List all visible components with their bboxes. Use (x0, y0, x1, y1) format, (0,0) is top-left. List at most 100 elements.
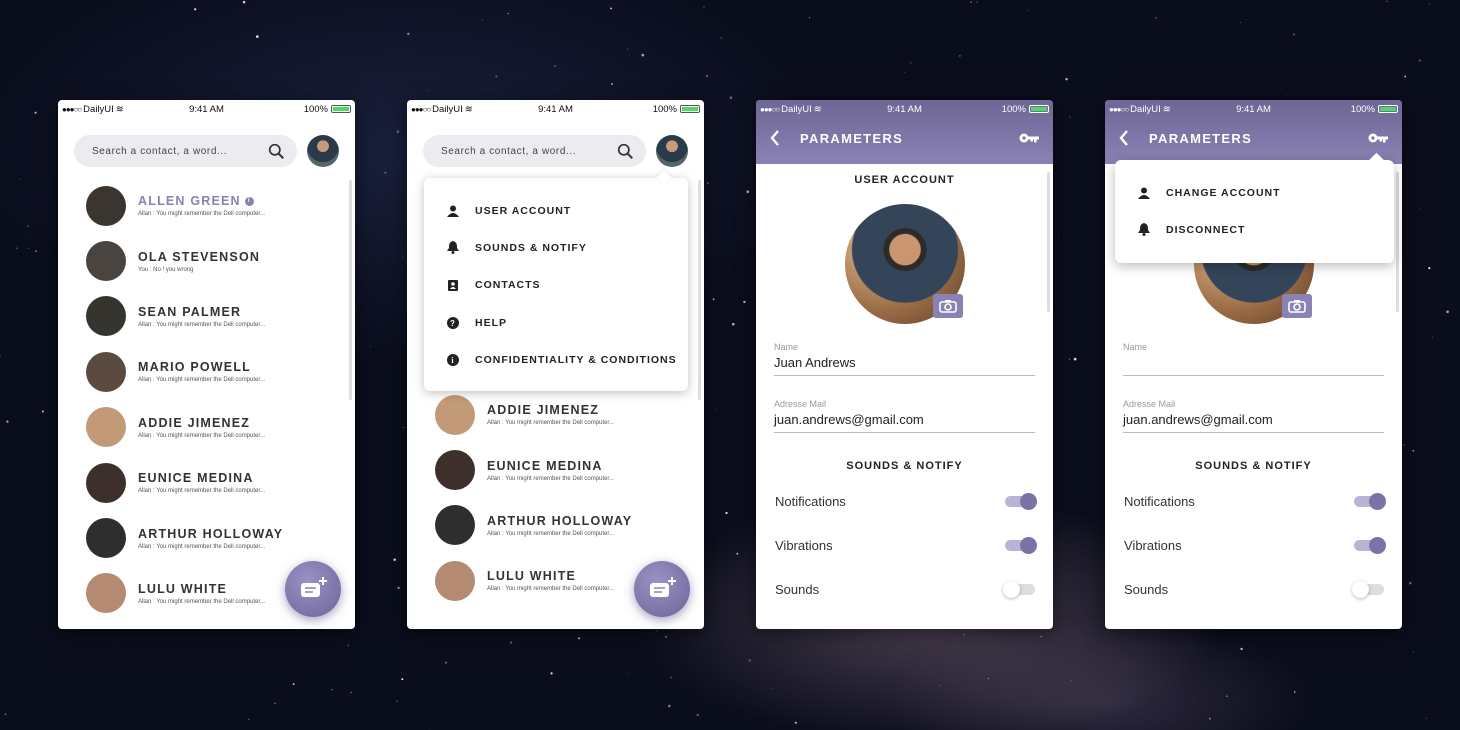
list-item[interactable]: MARIO POWELL Allan : You might remember t… (58, 344, 355, 399)
toggle-label: Vibrations (1124, 537, 1182, 553)
email-label: Adresse Mail (1123, 399, 1176, 409)
signal-icon: ●●●○○ (62, 104, 82, 114)
sounds-toggle[interactable] (1003, 580, 1035, 598)
list-item[interactable]: ALLEN GREEN i Allan : You might remember t… (58, 178, 355, 233)
list-item[interactable]: EUNICE MEDINA Allan : You might remember … (58, 455, 355, 510)
scrollbar[interactable] (698, 180, 701, 400)
vibrations-toggle[interactable] (1354, 536, 1386, 554)
contact-message: Allan : You might remember the Dell comp… (487, 586, 615, 593)
menu-item-user-account[interactable]: USER ACCOUNT (424, 192, 688, 229)
toggle-row-vibrations: Vibrations (775, 534, 1037, 556)
contact-name: LULU WHITE (487, 569, 577, 584)
email-value[interactable]: juan.andrews@gmail.com (1123, 412, 1384, 432)
parameters-screen: ●●●○○ DailyUI ≋ 9:41 AM 100% PARAMETERS US… (756, 100, 1053, 629)
new-chat-icon (650, 577, 676, 597)
back-icon[interactable] (1119, 130, 1129, 146)
menu-label: CONFIDENTIALITY & CONDITIONS (475, 353, 677, 366)
search-icon[interactable] (268, 143, 285, 160)
email-label: Adresse Mail (774, 399, 827, 409)
sounds-toggle[interactable] (1352, 580, 1384, 598)
person-icon (446, 204, 460, 218)
status-time: 9:41 AM (1236, 103, 1271, 115)
list-item[interactable]: ARTHUR HOLLOWAY Allan : You might remembe… (58, 510, 355, 565)
carrier-label: DailyUI (1130, 103, 1161, 115)
carrier-label: DailyUI (781, 103, 812, 115)
scrollbar[interactable] (1396, 172, 1399, 312)
new-message-button[interactable] (285, 561, 341, 617)
key-icon[interactable] (1019, 132, 1039, 144)
profile-avatar[interactable] (656, 135, 688, 167)
contact-name: LULU WHITE (138, 581, 228, 596)
info-icon: i (446, 353, 460, 367)
list-item[interactable]: SEAN PALMER Allan : You might remember th… (58, 289, 355, 344)
page-title: PARAMETERS (800, 130, 904, 146)
new-chat-icon (301, 577, 327, 597)
contact-name: MARIO POWELL (138, 360, 252, 375)
contact-name: SEAN PALMER (138, 304, 242, 319)
camera-button[interactable] (933, 294, 963, 318)
list-item[interactable]: ADDIE JIMENEZ Allan : You might remember … (407, 387, 704, 442)
contacts-screen: ●●●○○ DailyUI ≋ 9:41 AM 100% Search a cont… (58, 100, 355, 629)
status-bar: ●●●○○ DailyUI ≋ 9:41 AM 100% (58, 100, 355, 118)
contact-avatar (86, 518, 126, 559)
menu-item-confidentiality[interactable]: i CONFIDENTIALITY & CONDITIONS (424, 341, 688, 378)
profile-menu: USER ACCOUNT SOUNDS & NOTIFY CONTACTS ? H… (424, 178, 688, 391)
notifications-toggle[interactable] (1005, 492, 1037, 510)
menu-item-contacts[interactable]: CONTACTS (424, 267, 688, 304)
search-input[interactable]: Search a contact, a word... (423, 135, 646, 167)
status-bar: ●●●○○ DailyUI ≋ 9:41 AM 100% (407, 100, 704, 118)
list-item[interactable]: ARTHUR HOLLOWAY Allan : You might remembe… (407, 498, 704, 553)
search-icon[interactable] (617, 143, 634, 160)
contact-message: You : No ! you wrong (138, 266, 194, 273)
status-time: 9:41 AM (538, 103, 573, 115)
contact-name: ADDIE JIMENEZ (487, 403, 600, 418)
wifi-icon: ≋ (115, 103, 124, 115)
contact-avatar (86, 296, 126, 337)
battery-percent: 100% (652, 103, 677, 115)
email-value[interactable]: juan.andrews@gmail.com (774, 412, 1035, 432)
section-title-user-account: USER ACCOUNT (854, 174, 955, 186)
contact-avatar (86, 185, 126, 226)
contact-message: Allan : You might remember the Dell comp… (138, 598, 266, 605)
wifi-icon: ≋ (464, 103, 473, 115)
scrollbar[interactable] (349, 180, 352, 400)
contact-name: EUNICE MEDINA (487, 458, 603, 473)
key-icon[interactable] (1368, 132, 1388, 144)
new-message-button[interactable] (634, 561, 690, 617)
name-label: Name (1123, 342, 1148, 352)
menu-item-change-account[interactable]: CHANGE ACCOUNT (1115, 174, 1394, 211)
contact-name: ARTHUR HOLLOWAY (487, 513, 633, 528)
notifications-toggle[interactable] (1354, 492, 1386, 510)
menu-label: USER ACCOUNT (475, 204, 572, 217)
toggle-row-notifications: Notifications (1124, 490, 1386, 512)
search-input[interactable]: Search a contact, a word... (74, 135, 297, 167)
profile-avatar[interactable] (307, 135, 339, 167)
carrier-label: DailyUI (83, 103, 114, 115)
svg-text:i: i (451, 356, 454, 365)
contact-name: ALLEN GREEN (138, 194, 241, 209)
camera-button[interactable] (1282, 294, 1312, 318)
list-item[interactable]: ADDIE JIMENEZ Allan : You might remember … (58, 400, 355, 455)
name-value[interactable] (1123, 355, 1384, 375)
menu-item-sounds-notify[interactable]: SOUNDS & NOTIFY (424, 229, 688, 266)
vibrations-toggle[interactable] (1005, 536, 1037, 554)
contact-avatar (435, 394, 475, 435)
scrollbar[interactable] (1047, 172, 1050, 312)
menu-item-disconnect[interactable]: DISCONNECT (1115, 211, 1394, 248)
email-field[interactable]: Adresse Mail juan.andrews@gmail.com (774, 399, 1035, 433)
menu-label: CHANGE ACCOUNT (1166, 186, 1281, 199)
menu-label: DISCONNECT (1166, 223, 1246, 236)
name-field[interactable]: Name (1123, 342, 1384, 376)
name-field[interactable]: Name Juan Andrews (774, 342, 1035, 376)
info-icon: i (244, 197, 254, 207)
back-icon[interactable] (770, 130, 780, 146)
name-value[interactable]: Juan Andrews (774, 355, 1035, 375)
list-item[interactable]: EUNICE MEDINA Allan : You might remember … (407, 442, 704, 497)
search-placeholder: Search a contact, a word... (92, 145, 228, 157)
account-dropdown: CHANGE ACCOUNT DISCONNECT (1115, 160, 1394, 263)
bell-icon (446, 241, 460, 255)
settings-panel: USER ACCOUNT Name Juan Andrews Adresse Ma… (756, 164, 1053, 629)
email-field[interactable]: Adresse Mail juan.andrews@gmail.com (1123, 399, 1384, 433)
menu-item-help[interactable]: ? HELP (424, 304, 688, 341)
list-item[interactable]: OLA STEVENSON You : No ! you wrong (58, 233, 355, 288)
